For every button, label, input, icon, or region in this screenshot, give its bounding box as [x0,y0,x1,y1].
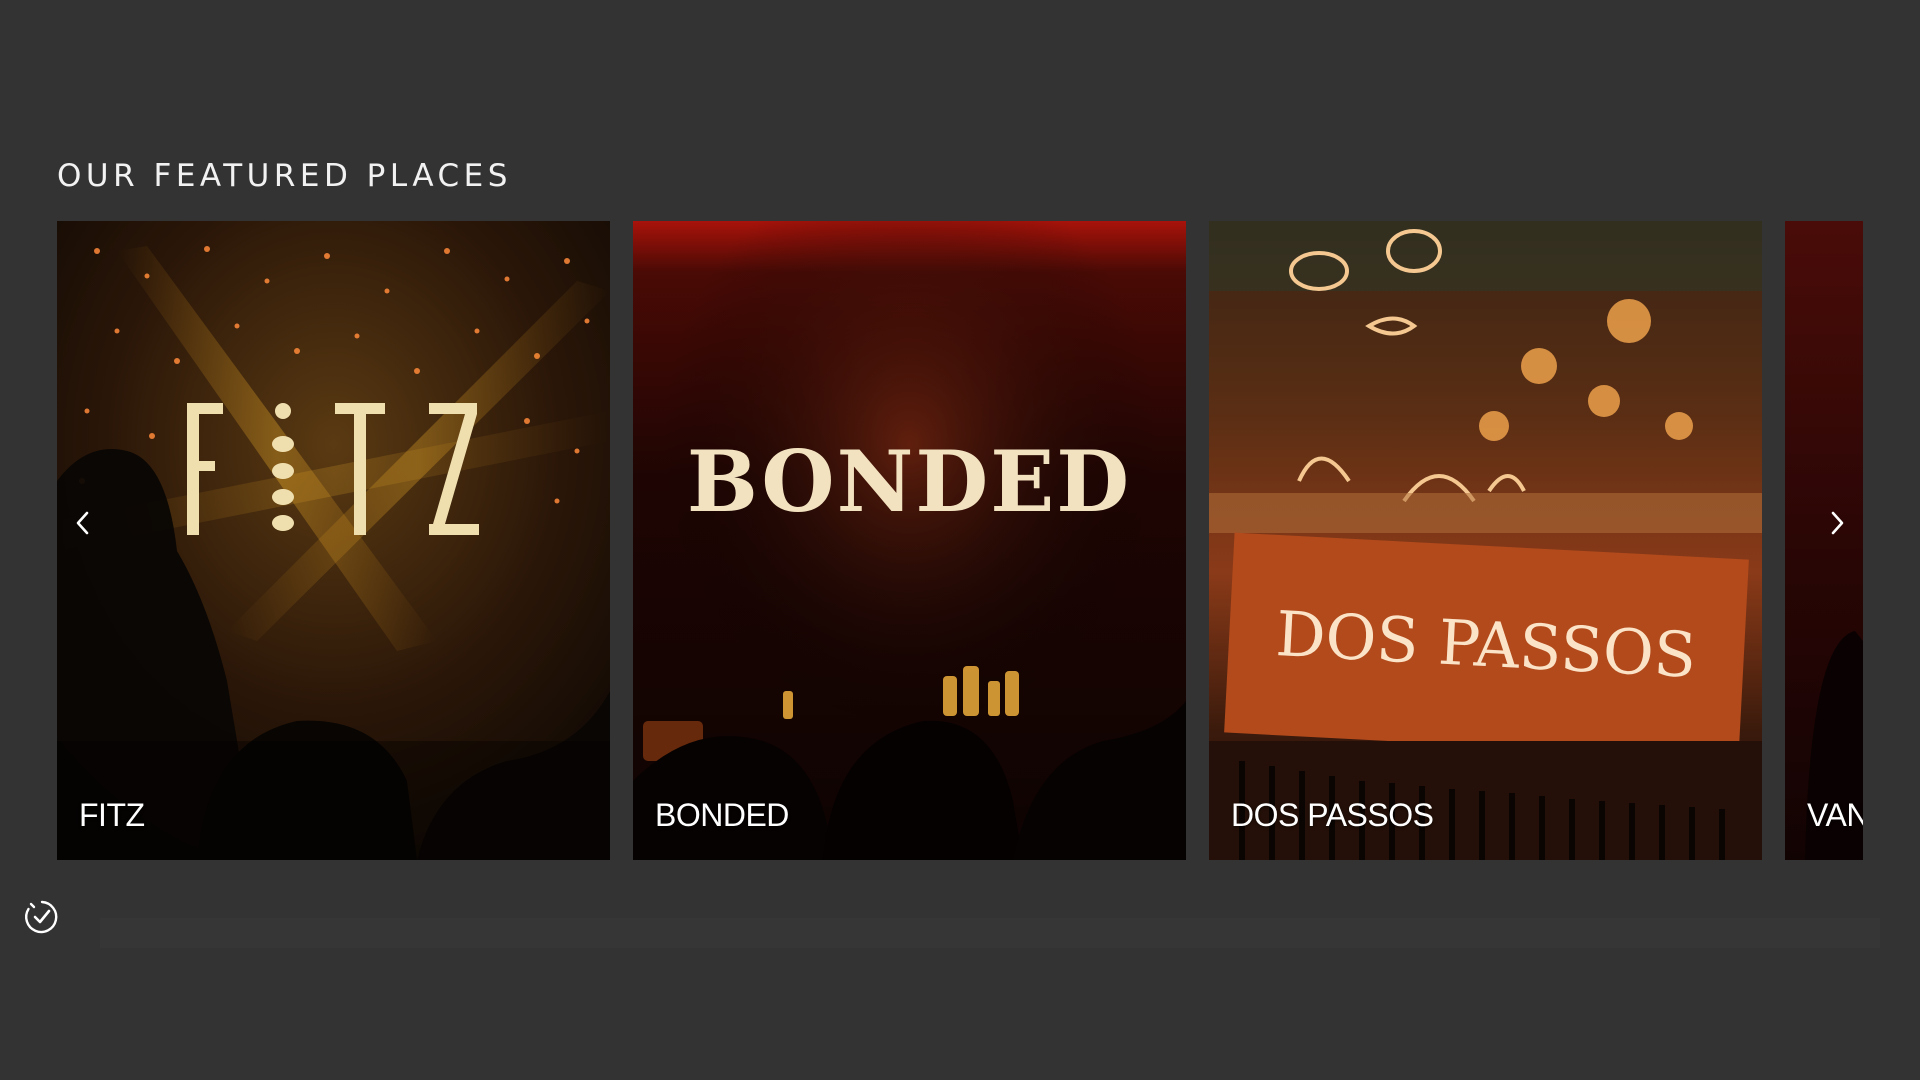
status-badge[interactable] [22,897,62,937]
chevron-left-icon [76,511,89,535]
place-image-bonded: BONDED [633,221,1186,860]
place-image-dos-passos: DOS PASSOS [1209,221,1762,860]
clock-check-icon [25,900,58,934]
footer-strip [100,918,1880,948]
place-name: BONDED [655,797,789,833]
sign-bonded: BONDED [687,432,1131,531]
carousel-prev-button[interactable] [61,498,105,548]
place-card-fitz[interactable]: FITZ [57,221,610,860]
chevron-right-icon [1831,511,1844,535]
place-image-fitz [57,221,610,860]
section-title: OUR FEATURED PLACES [57,158,512,194]
place-card-bonded[interactable]: BONDED BONDED [633,221,1186,860]
place-name: DOS PASSOS [1231,797,1434,833]
place-card-dos-passos[interactable]: DOS PASSOS DOS PASSOS [1209,221,1762,860]
place-name: FITZ [79,797,145,833]
carousel-next-button[interactable] [1815,498,1859,548]
places-carousel: FITZ BONDED BONDED DOS PASSOS DOS PASSOS… [57,221,1863,860]
place-name: VAN [1807,797,1863,833]
